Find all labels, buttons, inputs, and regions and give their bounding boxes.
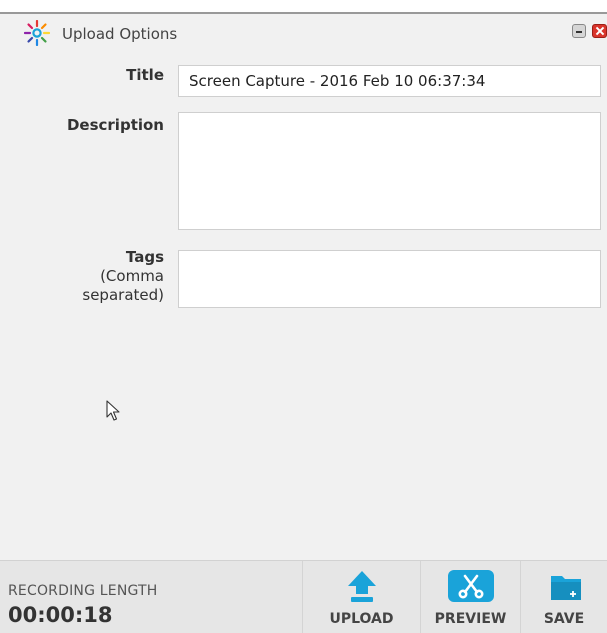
tags-label: Tags (Comma separated) bbox=[82, 248, 164, 305]
recording-length-label: RECORDING LENGTH bbox=[8, 583, 158, 599]
scissors-icon bbox=[448, 570, 494, 602]
sunburst-logo-icon bbox=[24, 20, 50, 46]
title-input[interactable] bbox=[178, 65, 601, 97]
close-button[interactable] bbox=[592, 24, 607, 38]
save-button[interactable]: SAVE bbox=[520, 561, 607, 633]
upload-button[interactable]: UPLOAD bbox=[302, 561, 420, 633]
minimize-button[interactable] bbox=[572, 24, 586, 38]
preview-button[interactable]: PREVIEW bbox=[420, 561, 520, 633]
upload-button-label: UPLOAD bbox=[329, 611, 394, 627]
window-title: Upload Options bbox=[62, 25, 178, 43]
upload-arrow-icon bbox=[348, 571, 376, 602]
mouse-pointer-icon bbox=[106, 400, 120, 421]
tags-input[interactable] bbox=[178, 250, 601, 308]
description-label: Description bbox=[66, 116, 164, 134]
recording-length-value: 00:00:18 bbox=[8, 603, 113, 627]
tags-label-text: Tags bbox=[125, 248, 164, 266]
folder-plus-icon bbox=[551, 576, 581, 600]
description-textarea[interactable] bbox=[178, 112, 601, 230]
footer-bar: RECORDING LENGTH 00:00:18 UPLOAD PREVIEW bbox=[0, 560, 607, 633]
tags-hint-line1: (Comma bbox=[100, 267, 164, 285]
upload-options-window: Upload Options Title Description Tags (C… bbox=[0, 12, 607, 633]
save-button-label: SAVE bbox=[543, 611, 585, 627]
tags-hint-line2: separated) bbox=[82, 286, 164, 304]
title-label: Title bbox=[126, 66, 164, 84]
title-bar[interactable]: Upload Options bbox=[0, 14, 607, 54]
preview-button-label: PREVIEW bbox=[434, 611, 507, 627]
